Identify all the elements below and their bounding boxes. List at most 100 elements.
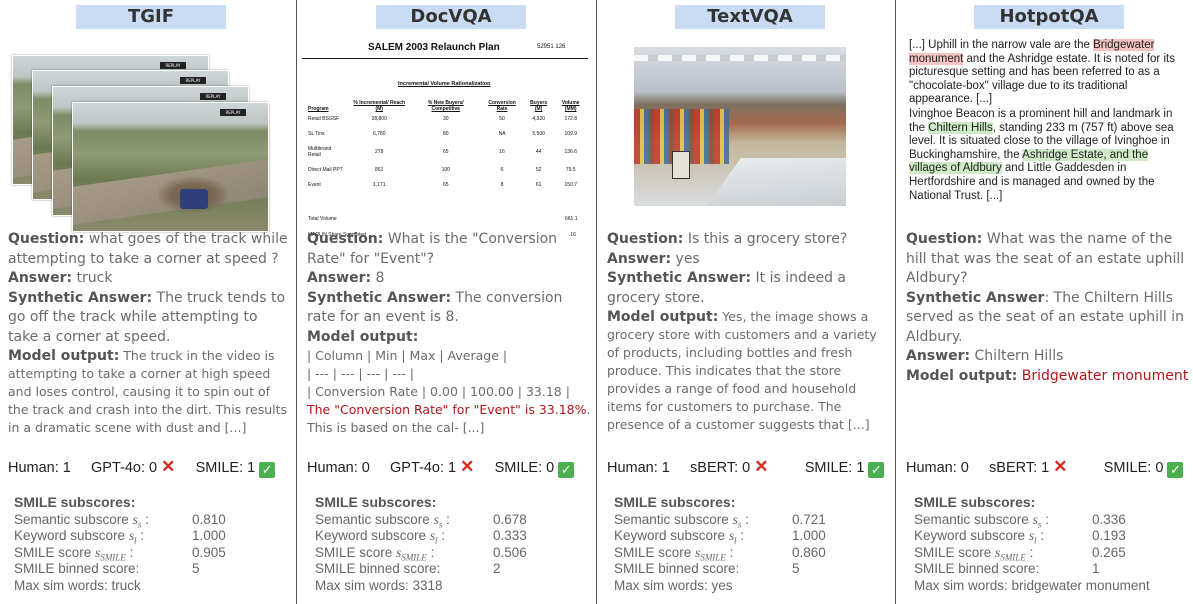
doc-table-cell: 109.9 <box>564 131 577 137</box>
document-image: SALEM 2003 Relaunch Plan 52951 126 Incre… <box>300 36 590 246</box>
doc-table-cell: 44 <box>535 149 542 155</box>
check-icon: ✓ <box>558 462 575 478</box>
doc-total-value: 661.1 <box>565 216 578 222</box>
check-icon: ✓ <box>868 462 885 478</box>
doc-table-cell: 150.7 <box>564 182 577 188</box>
answer-text: truck <box>76 270 113 286</box>
doc-table: Program % Incremental/ Reach (M) % New Buy… <box>308 100 590 197</box>
doc-table-cell: Multibrand Retail <box>308 146 332 158</box>
doc-table-cell: 4,320 <box>532 116 545 122</box>
baseline-score: GPT-4o: 0 <box>91 460 158 476</box>
column-divider <box>296 0 297 604</box>
score-line-hotpotqa: Human: 0 sBERT: 1 ✕ SMILE: 0 ✓ <box>906 457 1184 478</box>
doc-table-header: Buyers (M) <box>530 100 548 112</box>
smile-score: SMILE: 1 <box>804 460 865 476</box>
cross-icon: ✕ <box>754 457 769 476</box>
truck <box>180 189 208 209</box>
doc-table-cell: 6 <box>500 167 504 173</box>
doc-table-cell: 61 <box>535 182 542 188</box>
doc-table-cell: 278 <box>375 149 384 155</box>
qa-block-textvqa: Question: Is this a grocery store? Answe… <box>607 231 877 432</box>
score-line-tgif: Human: 1 GPT-4o: 0 ✕ SMILE: 1 ✓ <box>8 457 276 478</box>
human-score: Human: 1 <box>607 460 670 476</box>
doc-table-cell: 80 <box>442 131 449 137</box>
doc-table-cell: Direct Mail PPT <box>308 167 343 173</box>
column-title-docvqa: DocVQA <box>376 5 526 29</box>
doc-table-cell: 861 <box>375 167 384 173</box>
human-score: Human: 0 <box>906 460 969 476</box>
answer-text: 8 <box>375 270 385 286</box>
highlight-right: Chiltern Hills <box>928 121 993 134</box>
doc-table-cell: 28,800 <box>371 116 387 122</box>
subscores-hotpotqa: SMILE subscores: Semantic subscore ss :0… <box>914 494 1150 593</box>
answer-text: yes <box>675 250 700 267</box>
model-output-text: | Column | Min | Max | Average | | --- |… <box>307 348 591 435</box>
doc-table-header: % Incremental/ Reach (M) <box>353 100 406 112</box>
replay-tag: REPLAY <box>160 62 186 69</box>
doc-table-cell: NA <box>498 131 506 137</box>
video-frame: REPLAY <box>72 102 269 232</box>
smile-score: SMILE: 0 <box>1103 460 1164 476</box>
baseline-score: GPT-4o: 1 <box>390 460 457 476</box>
doc-table-header: Program <box>308 106 329 112</box>
doc-table-cell: 30 <box>442 116 449 122</box>
doc-table-cell: Retail BSGSF <box>308 116 340 122</box>
column-divider <box>895 0 896 604</box>
doc-table-cell: Event <box>308 182 321 188</box>
doc-table-cell: SL Tins <box>308 131 325 137</box>
doc-table-cell: 100 <box>441 167 450 173</box>
doc-table-row: Event 1,171 65 8 61 150.7 <box>308 182 590 197</box>
doc-table-cell: 8 <box>500 182 504 188</box>
qa-block-tgif: Question: what goes of the track while a… <box>8 231 288 435</box>
doc-table-header: Conversion Rate <box>488 100 516 112</box>
doc-table-cell: 65 <box>442 149 449 155</box>
check-icon: ✓ <box>259 462 276 478</box>
cross-icon: ✕ <box>460 457 475 476</box>
doc-total-label: Total Volume <box>308 216 337 222</box>
cross-icon: ✕ <box>161 457 176 476</box>
doc-table-cell: 172.8 <box>564 116 577 122</box>
doc-table-cell: 16 <box>499 149 505 155</box>
human-score: Human: 1 <box>8 460 71 476</box>
doc-table-row: SL Tins 6,780 80 NA 5,500 109.9 <box>308 131 590 146</box>
smile-score: SMILE: 0 <box>494 460 555 476</box>
column-title-tgif: TGIF <box>76 5 226 29</box>
doc-table-cell: 1,171 <box>372 182 386 188</box>
question-text: Is this a grocery store? <box>687 231 848 247</box>
doc-table-cell: 136.6 <box>564 149 577 155</box>
qa-block-hotpotqa: Question: What was the name of the hill … <box>906 231 1189 384</box>
score-line-textvqa: Human: 1 sBERT: 0 ✕ SMILE: 1 ✓ <box>607 457 885 478</box>
doc-table-cell: 6,780 <box>372 131 386 137</box>
subscores-docvqa: SMILE subscores: Semantic subscore ss :0… <box>315 494 527 593</box>
column-divider <box>596 0 597 604</box>
smile-score: SMILE: 1 <box>195 460 256 476</box>
doc-table-header: Volume (MM) <box>561 100 580 112</box>
human-score: Human: 0 <box>307 460 370 476</box>
doc-table-row: Retail BSGSF 28,800 30 50 4,320 172.8 <box>308 116 590 131</box>
doc-table-row: Direct Mail PPT 861 100 6 52 79.5 <box>308 167 590 182</box>
model-output-text: Bridgewater monument <box>1021 367 1189 384</box>
grocery-store-image <box>634 47 846 206</box>
doc-subtitle: Incremental Volume Rationalization <box>398 81 491 87</box>
doc-table-row: Multibrand Retail 278 65 16 44 136.6 <box>308 146 590 167</box>
doc-table-header: % New Buyers/ Competitive <box>427 100 464 112</box>
subscores-tgif: SMILE subscores: Semantic subscore ss :0… <box>14 494 226 593</box>
doc-table-cell: 79.5 <box>565 167 576 173</box>
doc-table-cell: 5,500 <box>532 131 545 137</box>
cross-icon: ✕ <box>1053 457 1068 476</box>
replay-tag: REPLAY <box>220 109 246 116</box>
check-icon: ✓ <box>1167 462 1184 478</box>
answer-text: Chiltern Hills <box>974 348 1064 364</box>
doc-title: SALEM 2003 Relaunch Plan <box>368 42 500 53</box>
price-sign <box>672 151 690 179</box>
qa-block-docvqa: Question: What is the "Conversion Rate" … <box>307 230 593 437</box>
replay-tag: REPLAY <box>200 93 226 100</box>
replay-tag: REPLAY <box>180 77 206 84</box>
score-line-docvqa: Human: 0 GPT-4o: 1 ✕ SMILE: 0 ✓ <box>307 457 575 478</box>
doc-number: 52951 126 <box>537 44 566 50</box>
baseline-score: sBERT: 1 <box>989 460 1050 476</box>
column-title-hotpotqa: HotpotQA <box>974 5 1124 29</box>
subscores-textvqa: SMILE subscores: Semantic subscore ss :0… <box>614 494 826 593</box>
context-passage: [...] Uphill in the narrow vale are the … <box>909 39 1175 202</box>
model-output-text: Yes, the image shows a grocery store wit… <box>607 309 877 432</box>
